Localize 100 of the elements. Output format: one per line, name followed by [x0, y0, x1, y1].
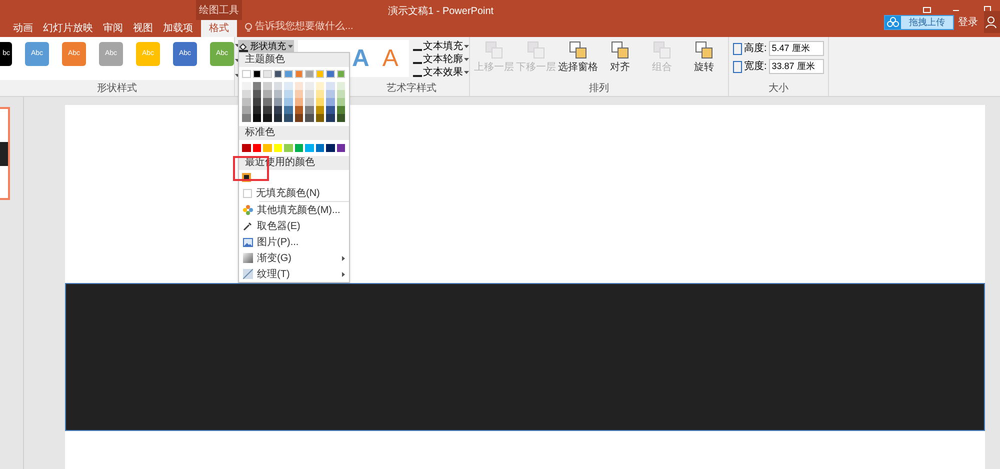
- color-swatch[interactable]: [252, 144, 261, 152]
- color-swatch[interactable]: [284, 114, 292, 122]
- color-swatch[interactable]: [326, 90, 334, 98]
- color-swatch[interactable]: [242, 114, 250, 122]
- color-swatch[interactable]: [326, 114, 334, 122]
- ribbon-tab[interactable]: 格式: [201, 20, 237, 37]
- color-swatch[interactable]: [242, 106, 250, 114]
- color-swatch[interactable]: [294, 98, 303, 106]
- color-swatch[interactable]: [336, 144, 345, 152]
- wordart-sample[interactable]: A: [352, 46, 370, 70]
- ribbon-tab[interactable]: 审阅: [98, 20, 128, 37]
- color-swatch[interactable]: [263, 144, 272, 152]
- color-swatch[interactable]: [284, 98, 292, 106]
- color-swatch[interactable]: [326, 144, 334, 152]
- color-swatch[interactable]: [305, 144, 314, 152]
- color-swatch[interactable]: [316, 144, 324, 152]
- color-swatch[interactable]: [284, 90, 292, 98]
- color-swatch[interactable]: [326, 82, 334, 90]
- color-swatch[interactable]: [252, 98, 261, 106]
- color-swatch[interactable]: [284, 144, 292, 152]
- color-swatch[interactable]: [263, 82, 272, 90]
- color-swatch[interactable]: [263, 98, 272, 106]
- color-swatch[interactable]: [305, 98, 314, 106]
- arrange-button[interactable]: 对齐: [599, 40, 641, 81]
- color-swatch[interactable]: [263, 90, 272, 98]
- color-swatch[interactable]: [336, 82, 345, 90]
- color-swatch[interactable]: [274, 70, 282, 78]
- color-swatch[interactable]: [252, 82, 261, 90]
- color-swatch[interactable]: [284, 106, 292, 114]
- text-format-button[interactable]: 文本效果: [413, 66, 469, 78]
- maximize-icon[interactable]: [984, 6, 991, 13]
- color-swatch[interactable]: [305, 114, 314, 122]
- color-swatch[interactable]: [263, 106, 272, 114]
- user-icon[interactable]: [984, 11, 1000, 33]
- color-swatch[interactable]: [263, 114, 272, 122]
- sign-in-link[interactable]: 登录: [958, 15, 978, 30]
- color-swatch[interactable]: [294, 82, 303, 90]
- size-field[interactable]: 33.87 厘米: [768, 59, 824, 74]
- ribbon-tab[interactable]: 幻灯片放映: [38, 20, 98, 37]
- color-swatch[interactable]: [242, 82, 250, 90]
- color-swatch[interactable]: [274, 98, 282, 106]
- color-swatch[interactable]: [305, 70, 314, 78]
- text-format-button[interactable]: 文本轮廓: [413, 53, 469, 65]
- menu-item[interactable]: 取色器(E): [239, 218, 349, 234]
- color-swatch[interactable]: [242, 70, 250, 78]
- color-swatch[interactable]: [336, 70, 345, 78]
- ribbon-tab[interactable]: 视图: [128, 20, 158, 37]
- text-format-button[interactable]: 文本填充: [413, 40, 469, 52]
- wordart-sample[interactable]: A: [382, 46, 398, 70]
- color-swatch[interactable]: [336, 106, 345, 114]
- color-swatch[interactable]: [274, 114, 282, 122]
- minimize-icon[interactable]: [953, 10, 959, 11]
- color-swatch[interactable]: [252, 114, 261, 122]
- color-swatch[interactable]: [294, 90, 303, 98]
- color-swatch[interactable]: [242, 90, 250, 98]
- arrange-button[interactable]: 选择窗格: [557, 40, 599, 81]
- color-swatch[interactable]: [274, 144, 282, 152]
- color-swatch[interactable]: [305, 82, 314, 90]
- color-swatch[interactable]: [242, 144, 250, 152]
- color-swatch[interactable]: [326, 98, 334, 106]
- slide-thumbnail[interactable]: [0, 107, 10, 200]
- color-swatch[interactable]: [305, 106, 314, 114]
- color-swatch[interactable]: [316, 114, 324, 122]
- shape-fill-button[interactable]: 形状填充: [238, 40, 294, 53]
- color-swatch[interactable]: [252, 106, 261, 114]
- color-swatch[interactable]: [274, 90, 282, 98]
- color-swatch[interactable]: [294, 144, 303, 152]
- color-swatch[interactable]: [294, 114, 303, 122]
- upload-button[interactable]: 拖拽上传: [884, 15, 954, 30]
- color-swatch[interactable]: [252, 70, 261, 78]
- color-swatch[interactable]: [316, 98, 324, 106]
- size-field[interactable]: 5.47 厘米: [768, 41, 824, 56]
- color-swatch[interactable]: [316, 90, 324, 98]
- color-swatch[interactable]: [336, 90, 345, 98]
- arrange-button[interactable]: 旋转: [683, 40, 725, 81]
- dark-band-shape[interactable]: [65, 283, 985, 431]
- ribbon-tab[interactable]: 加载项: [158, 20, 198, 37]
- menu-item[interactable]: 纹理(T): [239, 266, 349, 282]
- color-swatch[interactable]: [305, 90, 314, 98]
- color-swatch[interactable]: [263, 70, 272, 78]
- color-swatch[interactable]: [284, 70, 292, 78]
- menu-item[interactable]: 其他填充颜色(M)...: [239, 202, 349, 218]
- color-swatch[interactable]: [336, 98, 345, 106]
- color-swatch[interactable]: [284, 82, 292, 90]
- color-swatch[interactable]: [274, 82, 282, 90]
- color-swatch[interactable]: [316, 106, 324, 114]
- menu-item[interactable]: 无填充颜色(N): [239, 185, 349, 201]
- tell-me-field[interactable]: 告诉我您想要做什么...: [255, 19, 354, 34]
- color-swatch[interactable]: [294, 70, 303, 78]
- color-swatch[interactable]: [274, 106, 282, 114]
- color-swatch[interactable]: [326, 106, 334, 114]
- color-swatch[interactable]: [336, 114, 345, 122]
- ribbon-tab[interactable]: 动画: [8, 20, 38, 37]
- menu-item[interactable]: 图片(P)...: [239, 234, 349, 250]
- menu-item[interactable]: 渐变(G): [239, 250, 349, 266]
- color-swatch[interactable]: [326, 70, 334, 78]
- color-swatch[interactable]: [316, 70, 324, 78]
- color-swatch[interactable]: [252, 90, 261, 98]
- color-swatch[interactable]: [242, 98, 250, 106]
- color-swatch[interactable]: [316, 82, 324, 90]
